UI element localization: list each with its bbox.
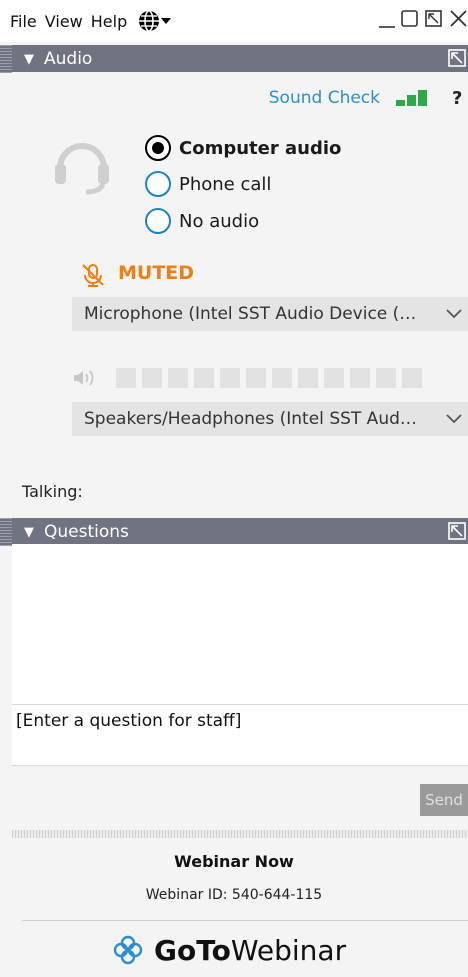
- webinar-id: Webinar ID: 540-644-115: [145, 887, 323, 903]
- audio-header-grip[interactable]: [0, 45, 12, 73]
- speaker-level-meter: [116, 368, 422, 388]
- footer-divider: [22, 920, 468, 921]
- radio-label: No audio: [179, 210, 260, 232]
- window-controls: [374, 6, 468, 34]
- brand-goto: GoTo: [154, 933, 231, 967]
- restore-icon: [425, 10, 442, 27]
- radio-no-audio[interactable]: No audio: [145, 208, 259, 234]
- menu-file[interactable]: File: [10, 12, 37, 31]
- questions-panel-title: Questions: [44, 522, 129, 542]
- popout-icon: [448, 522, 466, 540]
- question-input[interactable]: [Enter a question for staff]: [12, 704, 468, 766]
- menu-help[interactable]: Help: [91, 12, 127, 31]
- brand-webinar: Webinar: [230, 933, 347, 967]
- webinar-title: Webinar Now: [174, 852, 294, 871]
- sound-check-link[interactable]: Sound Check: [269, 88, 380, 108]
- close-button[interactable]: [448, 6, 468, 34]
- caret-down-icon: [161, 18, 172, 24]
- radio-label: Computer audio: [179, 137, 342, 159]
- language-menu[interactable]: [137, 9, 172, 33]
- microphone-select[interactable]: Microphone (Intel SST Audio Device (…: [72, 297, 468, 331]
- questions-popout-button[interactable]: [448, 522, 466, 545]
- questions-panel-header[interactable]: ▼ Questions: [12, 518, 468, 546]
- mic-muted-icon: [82, 264, 104, 287]
- questions-header-grip[interactable]: [0, 518, 12, 546]
- muted-status: MUTED: [118, 262, 195, 284]
- minimize-icon: [379, 26, 395, 28]
- globe-icon: [139, 10, 160, 32]
- signal-strength-icon: [396, 90, 427, 106]
- audio-popout-button[interactable]: [448, 49, 466, 72]
- gotowebinar-logo-icon: [113, 935, 143, 965]
- audio-panel-header[interactable]: ▼ Audio: [12, 45, 468, 73]
- speakers-select[interactable]: Speakers/Headphones (Intel SST Aud…: [72, 402, 468, 436]
- questions-log: [12, 544, 468, 704]
- microphone-select-value: Microphone (Intel SST Audio Device (…: [84, 304, 417, 324]
- resize-handle[interactable]: [12, 830, 468, 838]
- speakers-select-value: Speakers/Headphones (Intel SST Aud…: [84, 409, 417, 429]
- radio-phone-call[interactable]: Phone call: [145, 171, 271, 197]
- radio-button[interactable]: [145, 208, 171, 234]
- minimize-button[interactable]: [378, 6, 396, 34]
- audio-help-button[interactable]: ?: [452, 88, 462, 109]
- gotowebinar-logo: GoTo Webinar: [110, 932, 346, 968]
- chevron-down-icon: [446, 414, 462, 424]
- collapse-triangle-icon: ▼: [24, 51, 34, 67]
- menu-bar: File View Help: [0, 0, 468, 42]
- radio-computer-audio[interactable]: Computer audio: [145, 135, 341, 161]
- collapse-triangle-icon: ▼: [24, 524, 34, 540]
- maximize-icon: [401, 10, 418, 27]
- radio-button[interactable]: [145, 135, 171, 161]
- menu-view[interactable]: View: [45, 12, 83, 31]
- restore-button[interactable]: [424, 6, 444, 34]
- chevron-down-icon: [446, 309, 462, 319]
- audio-panel-title: Audio: [44, 49, 93, 69]
- popout-icon: [448, 49, 466, 67]
- radio-label: Phone call: [179, 173, 272, 195]
- radio-button[interactable]: [145, 171, 171, 197]
- talking-label: Talking:: [22, 482, 83, 501]
- mic-mute-toggle[interactable]: [80, 262, 106, 292]
- speaker-icon: [74, 370, 94, 386]
- headset-icon: [55, 143, 109, 195]
- close-icon: [450, 10, 467, 27]
- left-edge: [0, 42, 12, 840]
- maximize-button[interactable]: [400, 6, 420, 34]
- send-button[interactable]: Send: [420, 784, 468, 816]
